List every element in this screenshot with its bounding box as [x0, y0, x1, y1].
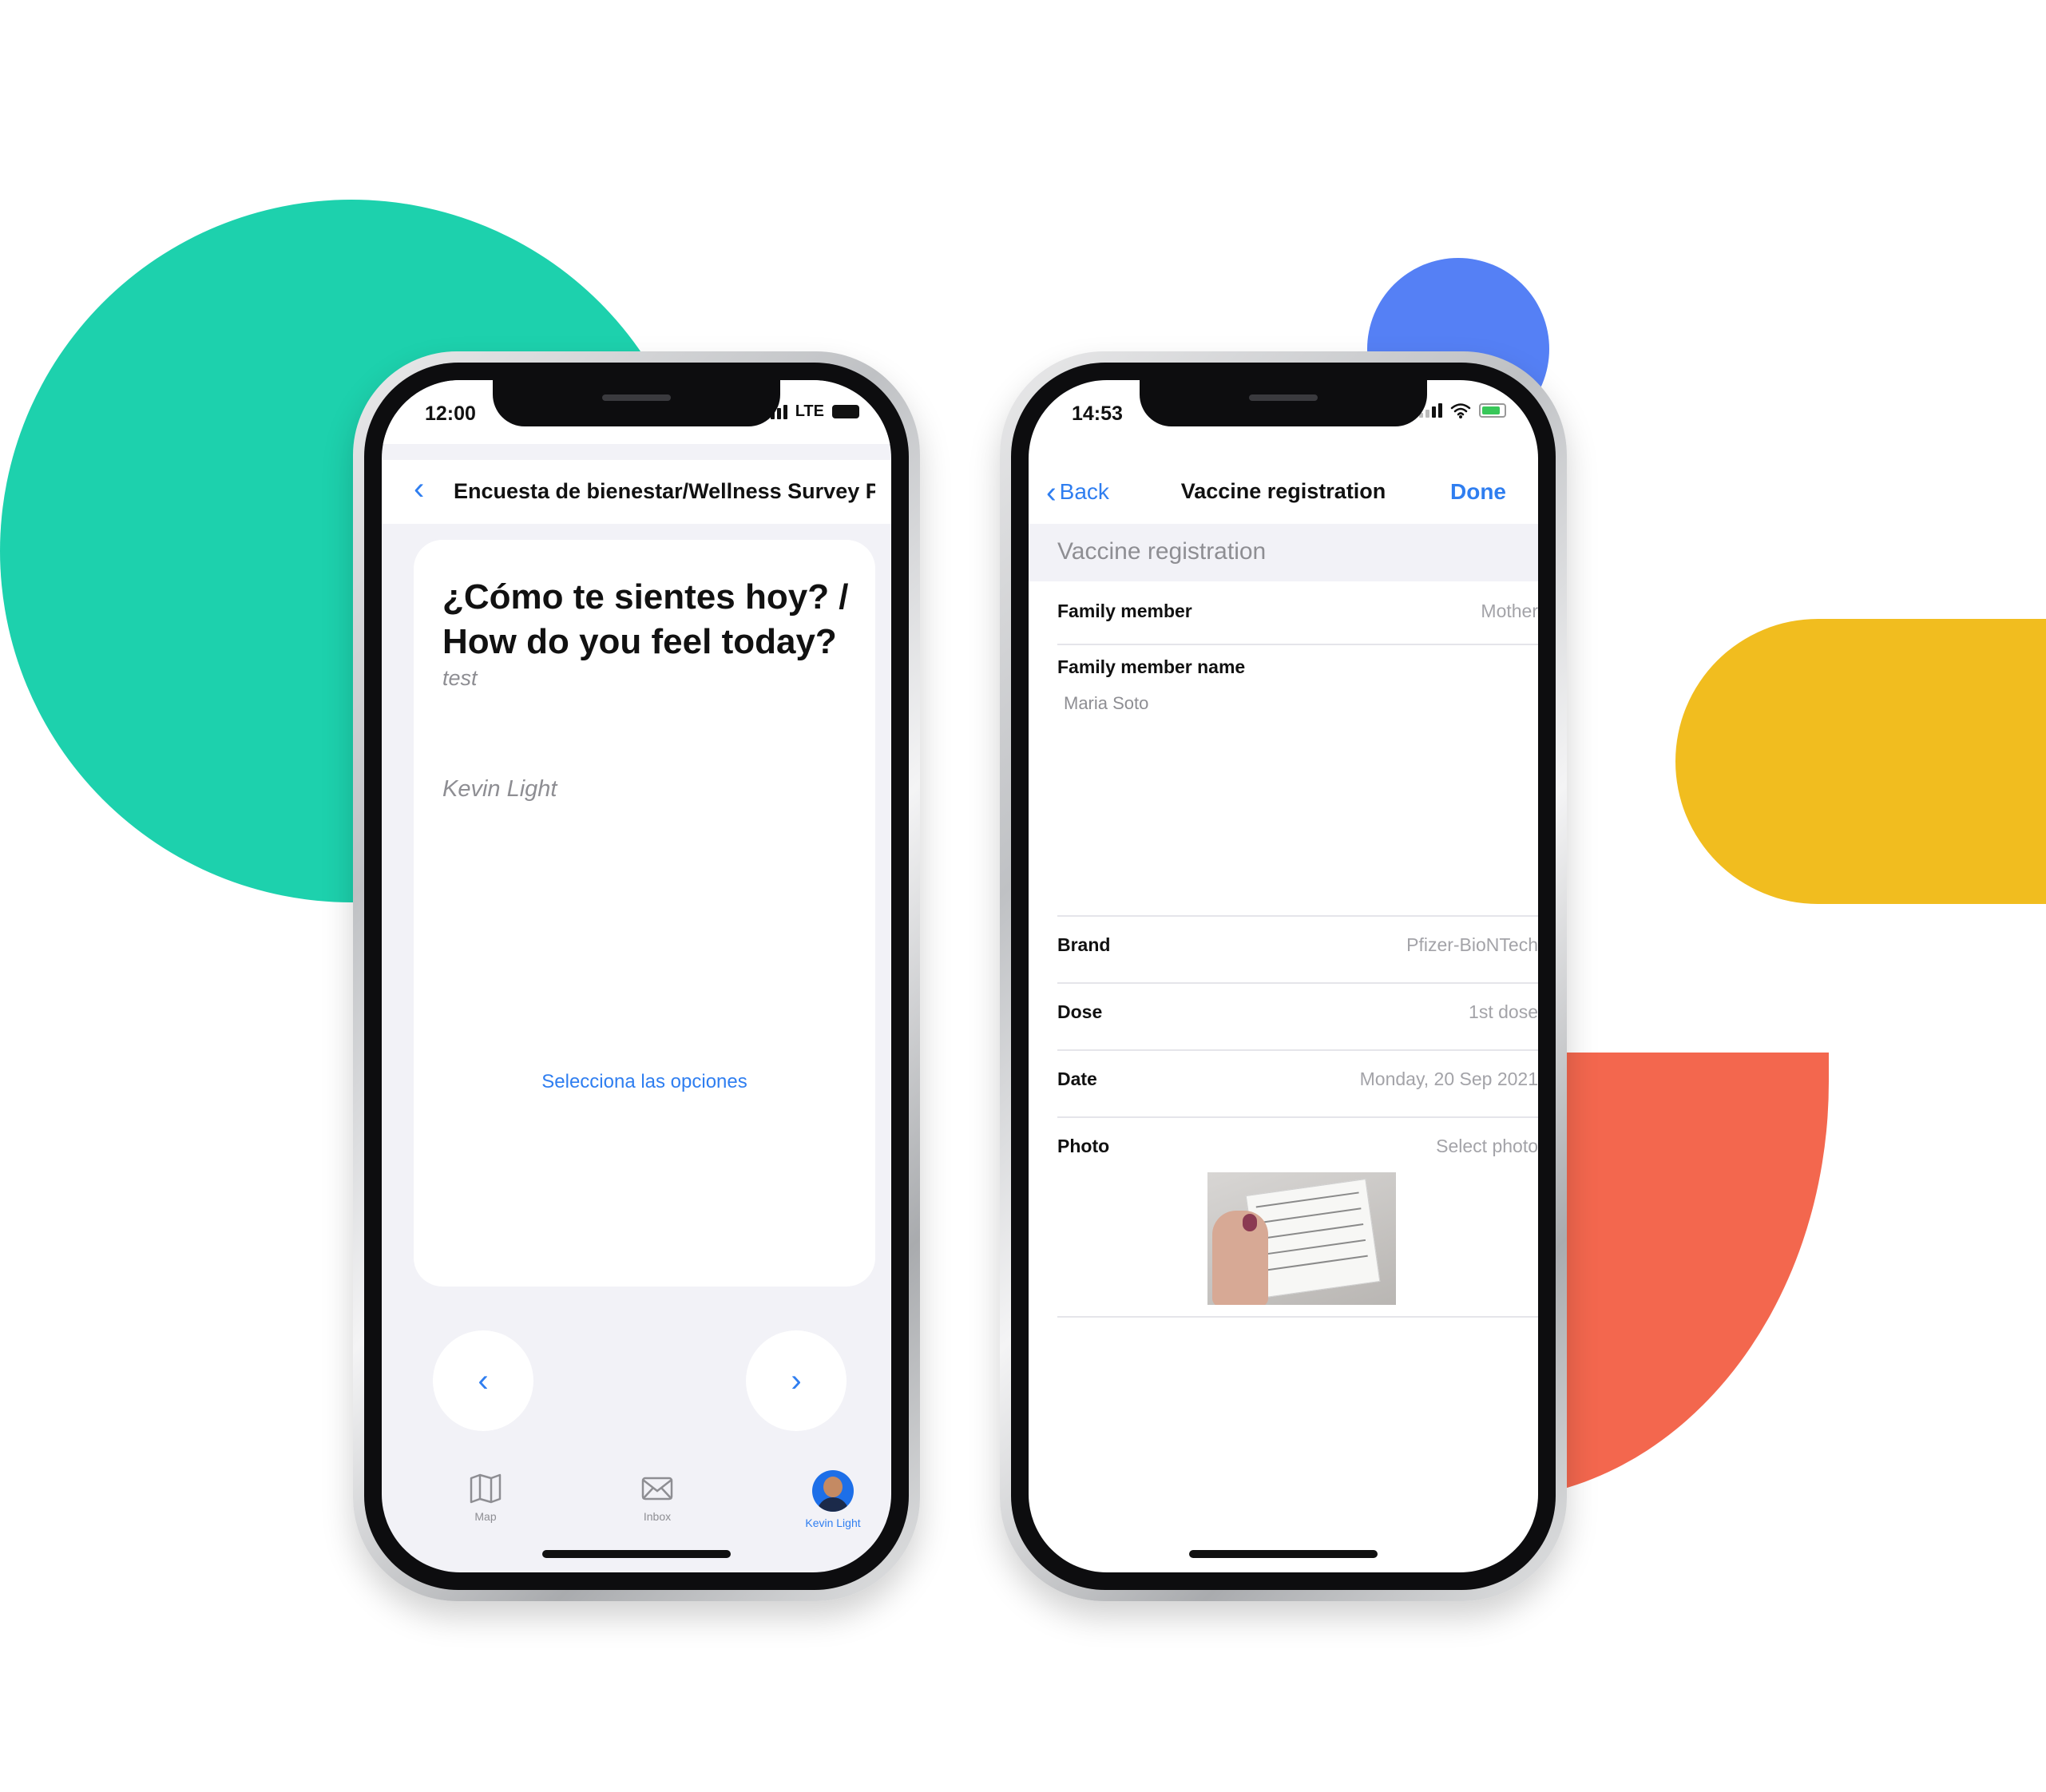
phone-bezel: 12:00 LTE ‹ Encuesta de bienestar/Wellne… — [364, 363, 909, 1590]
tab-profile-label: Kevin Light — [805, 1516, 861, 1529]
vaccine-card-photo[interactable] — [1207, 1172, 1396, 1305]
next-button[interactable]: › — [746, 1330, 847, 1431]
notch — [493, 380, 780, 426]
survey-screen: 12:00 LTE ‹ Encuesta de bienestar/Wellne… — [382, 380, 891, 1572]
row-family-member[interactable]: Family member Mother — [1057, 581, 1538, 645]
phone-bezel: 14:53 ‹ Back Vaccine registration Done V… — [1011, 363, 1556, 1590]
question-author: Kevin Light — [442, 776, 557, 802]
network-label: LTE — [795, 402, 824, 420]
back-chevron-icon[interactable]: ‹ — [414, 473, 424, 505]
status-time: 12:00 — [425, 402, 476, 425]
family-member-value: Mother — [1481, 601, 1538, 621]
date-label: Date — [1057, 1068, 1097, 1089]
fingernail — [1243, 1214, 1257, 1231]
select-photo-value[interactable]: Select photo — [1436, 1136, 1538, 1157]
family-member-label: Family member — [1057, 601, 1192, 621]
notch — [1140, 380, 1427, 426]
envelope-icon — [641, 1477, 673, 1501]
question-subtitle: test — [442, 666, 478, 690]
avatar — [812, 1470, 854, 1512]
photo-label: Photo — [1057, 1136, 1110, 1156]
previous-button[interactable]: ‹ — [433, 1330, 533, 1431]
family-member-name-value[interactable]: Maria Soto — [1064, 693, 1148, 714]
nav-title: Encuesta de bienestar/Wellness Survey Pa… — [454, 479, 875, 503]
tab-map[interactable]: Map — [422, 1470, 549, 1523]
promo-stage: 12:00 LTE ‹ Encuesta de bienestar/Wellne… — [0, 0, 2046, 1792]
battery-icon — [1479, 403, 1506, 418]
map-icon — [470, 1473, 502, 1504]
row-date[interactable]: Date Monday, 20 Sep 2021 — [1057, 1049, 1538, 1118]
section-header: Vaccine registration — [1029, 524, 1538, 581]
done-button[interactable]: Done — [1450, 479, 1506, 505]
home-indicator[interactable] — [1189, 1550, 1378, 1558]
nav-bar: ‹ Back Vaccine registration Done — [1029, 460, 1538, 524]
dose-value: 1st dose — [1469, 1001, 1538, 1022]
tab-inbox[interactable]: Inbox — [593, 1470, 721, 1523]
tab-profile[interactable]: Kevin Light — [769, 1470, 891, 1529]
tab-bar: Map Inbox Kevin Light — [382, 1470, 891, 1550]
speaker — [602, 394, 671, 401]
nav-bar: ‹ Encuesta de bienestar/Wellness Survey … — [382, 460, 891, 524]
family-member-name-label: Family member name — [1057, 656, 1246, 677]
row-family-member-name[interactable]: Family member name Maria Soto — [1057, 644, 1538, 917]
brand-value: Pfizer-BioNTech — [1406, 934, 1538, 955]
date-value: Monday, 20 Sep 2021 — [1359, 1068, 1538, 1089]
wifi-icon — [1450, 403, 1471, 418]
battery-icon — [832, 405, 859, 418]
avatar-face — [823, 1477, 843, 1497]
row-dose[interactable]: Dose 1st dose — [1057, 982, 1538, 1051]
section-header-label: Vaccine registration — [1057, 538, 1267, 565]
status-indicators — [1419, 402, 1506, 418]
question-card: ¿Cómo te sientes hoy? / How do you feel … — [414, 540, 875, 1287]
row-photo[interactable]: Photo Select photo — [1057, 1116, 1538, 1318]
status-time: 14:53 — [1072, 402, 1123, 425]
select-options-link[interactable]: Selecciona las opciones — [414, 1071, 875, 1093]
brand-label: Brand — [1057, 934, 1111, 955]
phone-survey: 12:00 LTE ‹ Encuesta de bienestar/Wellne… — [353, 351, 920, 1601]
home-indicator[interactable] — [542, 1550, 731, 1558]
speaker — [1249, 394, 1318, 401]
hand-image — [1212, 1211, 1268, 1305]
decor-yellow-pill — [1675, 619, 2046, 904]
phone-vaccine: 14:53 ‹ Back Vaccine registration Done V… — [1000, 351, 1567, 1601]
row-brand[interactable]: Brand Pfizer-BioNTech — [1057, 915, 1538, 984]
vaccine-screen: 14:53 ‹ Back Vaccine registration Done V… — [1029, 380, 1538, 1572]
question-title: ¿Cómo te sientes hoy? / How do you feel … — [442, 577, 849, 661]
dose-label: Dose — [1057, 1001, 1103, 1022]
tab-map-label: Map — [474, 1510, 497, 1523]
tab-inbox-label: Inbox — [643, 1510, 672, 1523]
avatar-body — [817, 1497, 849, 1512]
